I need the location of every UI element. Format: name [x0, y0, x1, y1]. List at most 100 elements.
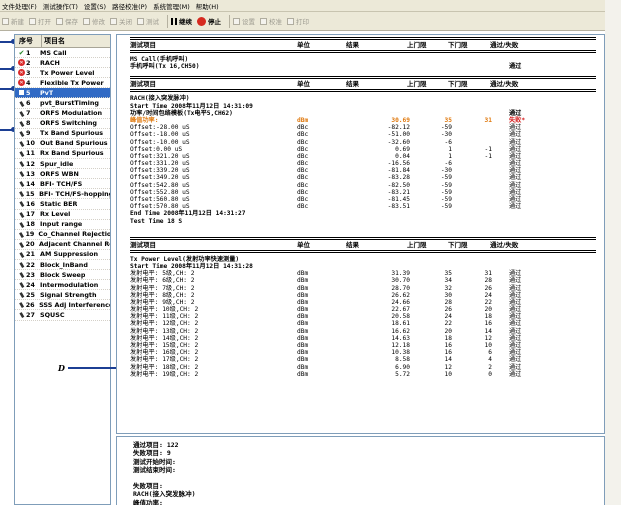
toolbar-separator	[229, 14, 230, 28]
test-item-list[interactable]: 序号 项目名 ✔ 1 MS Call ✕ 2 RACH ✕ 3 Tx Power Level ✕ 4…	[14, 34, 111, 505]
menu-item[interactable]: 文件处理(F)	[2, 1, 37, 11]
toolbar-button-4[interactable]: 修改	[83, 16, 105, 26]
row-upper: 12	[444, 363, 452, 371]
list-item[interactable]: ▮ 11 Rx Band Spurious	[15, 149, 110, 160]
toolbar-button-7[interactable]: 继续	[171, 16, 192, 26]
list-item[interactable]: ▮ 14 BFI- TCH/FS	[15, 179, 110, 190]
item-name: Tx Band Spurious	[40, 129, 104, 138]
list-item[interactable]: ✕ 4 Flexible Tx Power	[15, 78, 110, 89]
list-item[interactable]: ▮ 21 AM Suppression	[15, 250, 110, 260]
report-text-row: MS Call(手机呼叫)	[130, 56, 596, 63]
item-name: Block_InBand	[40, 260, 88, 269]
list-item[interactable]: ▮ 9 Tx Band Spurious	[15, 129, 110, 139]
list-item[interactable]: ▮ 22 Block_InBand	[15, 260, 110, 271]
row-unit: dBm	[297, 356, 309, 364]
row-result: 20.58	[391, 313, 410, 321]
row-upper: -6	[444, 138, 452, 146]
list-item[interactable]: 5 PvT	[15, 88, 110, 99]
list-item[interactable]: ▮ 20 Adjacent Channel Re	[15, 240, 110, 250]
pending-icon: ▮	[17, 169, 26, 179]
report-data-row: 发射电平: 9级,CH: 2 dBm 24.66 28 22 通过	[130, 299, 596, 306]
menu-item[interactable]: 测试操作(T)	[43, 1, 78, 11]
report-pane[interactable]: 测试项目 单位 结果 上门限 下门限 通过/失败 MS Call(手机呼叫) 手机呼叫(Tx …	[116, 34, 605, 434]
list-item[interactable]: ▮ 16 Static BER	[15, 199, 110, 210]
report-data-row: Offset:331.20 uS dBc -16.56 -6 通过	[130, 160, 596, 167]
row-result: 31.39	[391, 270, 410, 278]
row-lower: 22	[484, 298, 492, 306]
toolbar-button-11[interactable]: 打印	[287, 16, 309, 26]
row-result: 12.18	[391, 342, 410, 349]
report-header-row: 测试项目 单位 结果 上门限 下门限 通过/失败	[130, 79, 596, 89]
item-name: BFI- TCH/FS	[40, 179, 83, 188]
row-result: 10.38	[391, 349, 410, 357]
list-item[interactable]: ▮ 19 Co_Channel Rejection	[15, 230, 110, 240]
item-name: Signal Strength	[40, 290, 97, 299]
list-item[interactable]: ✔ 1 MS Call	[15, 48, 110, 59]
row-unit: dBc	[297, 131, 309, 139]
row-result: 22.67	[391, 306, 410, 314]
list-item[interactable]: ▮ 25 Signal Strength	[15, 290, 110, 301]
item-number: 1	[26, 48, 31, 57]
row-unit: dBm	[297, 284, 309, 292]
row-upper: 18	[444, 334, 452, 342]
row-pass: 通过	[509, 181, 522, 189]
row-lower: 0	[488, 370, 492, 378]
col-header-no[interactable]: 序号	[15, 35, 42, 47]
row-name: 发射电平: 8级,CH: 2	[130, 291, 195, 299]
row-result: 14.63	[391, 334, 410, 342]
item-name: SQUSC	[40, 310, 65, 319]
list-item[interactable]: ▮ 17 Rx Level	[15, 210, 110, 220]
list-item[interactable]: ▮ 13 ORFS WBN	[15, 169, 110, 180]
toolbar-button-3[interactable]: 保存	[56, 16, 78, 26]
toolbar-button-8[interactable]: 停止	[197, 16, 221, 26]
row-name: Offset:552.80 uS	[130, 188, 190, 196]
vertical-scrollbar[interactable]	[605, 0, 621, 505]
row-name: 峰值功率:	[130, 116, 159, 124]
row-unit: dBm	[297, 298, 309, 306]
row-upper: -59	[440, 174, 452, 182]
menu-item[interactable]: 帮助(H)	[196, 1, 219, 11]
list-item[interactable]: ▮ 24 Intermodulation	[15, 280, 110, 291]
col-header-name[interactable]: 项目名	[42, 35, 110, 47]
toolbar-button-10[interactable]: 校准	[260, 16, 282, 26]
report-data-row: 发射电平: 13级,CH: 2 dBm 16.62 20 14 通过	[130, 328, 596, 335]
list-item[interactable]: ✕ 3 Tx Power Level	[15, 68, 110, 79]
toolbar-button-5[interactable]: 关闭	[110, 16, 132, 26]
list-item[interactable]: ▮ 18 Input range	[15, 220, 110, 230]
row-unit: dBc	[297, 152, 309, 160]
toolbar-button-2[interactable]: 打开	[29, 16, 51, 26]
pending-icon: ▮	[17, 159, 26, 169]
report-data-row: 发射电平: 17级,CH: 2 dBm 8.58 14 4 通过	[130, 356, 596, 363]
list-item[interactable]: ▮ 6 pvt_BurstTiming	[15, 98, 110, 109]
menu-item[interactable]: 系统管理(M)	[153, 1, 190, 11]
row-text: End Time 2008年11月12日 14:31:27	[130, 210, 246, 218]
row-pass: 通过	[509, 138, 522, 146]
pending-icon: ▮	[17, 229, 25, 239]
summary-pane[interactable]: 通过项目: 122 失败项目: 9 测试开始时间: 测试结束时间: 失败项目: RACH(…	[116, 436, 605, 505]
row-lower: 31	[484, 116, 492, 124]
row-upper: -59	[440, 203, 452, 211]
list-item[interactable]: ▮ 15 BFI- TCH/FS-hopping	[15, 189, 110, 200]
list-item[interactable]: ▮ 12 Spur_idle	[15, 159, 110, 170]
list-item[interactable]: ✕ 2 RACH	[15, 58, 110, 69]
row-name: Offset:339.20 uS	[130, 167, 190, 175]
header-result: 结果	[346, 41, 359, 49]
list-item[interactable]: ▮ 10 Out Band Spurious	[15, 139, 110, 149]
list-item[interactable]: ▮ 23 Block Sweep	[15, 270, 110, 281]
list-item[interactable]: ▮ 26 SSS Adj Interference	[15, 300, 110, 311]
toolbar-button-9[interactable]: 设置	[233, 16, 255, 26]
list-item[interactable]: ▮ 8 ORFS Switching	[15, 119, 110, 129]
row-result: 0.69	[395, 145, 410, 153]
header-upper: 上门限	[407, 80, 427, 89]
fail-icon: ✕	[18, 69, 25, 77]
pending-icon: ▮	[17, 189, 26, 199]
list-item[interactable]: ▮ 7 ORFS Modulation	[15, 109, 110, 119]
toolbar-button-1[interactable]: 新建	[2, 16, 24, 26]
report-text-row: Start Time 2008年11月12日 14:31:28	[130, 263, 596, 270]
menu-item[interactable]: 设置(S)	[84, 1, 106, 11]
list-item[interactable]: ▮ 27 SQUSC	[15, 310, 110, 321]
menu-item[interactable]: 路径校准(P)	[112, 1, 147, 11]
toolbar-button-6[interactable]: 测试	[137, 16, 159, 26]
item-number: 7	[26, 109, 31, 118]
row-unit: dBc	[297, 188, 309, 196]
